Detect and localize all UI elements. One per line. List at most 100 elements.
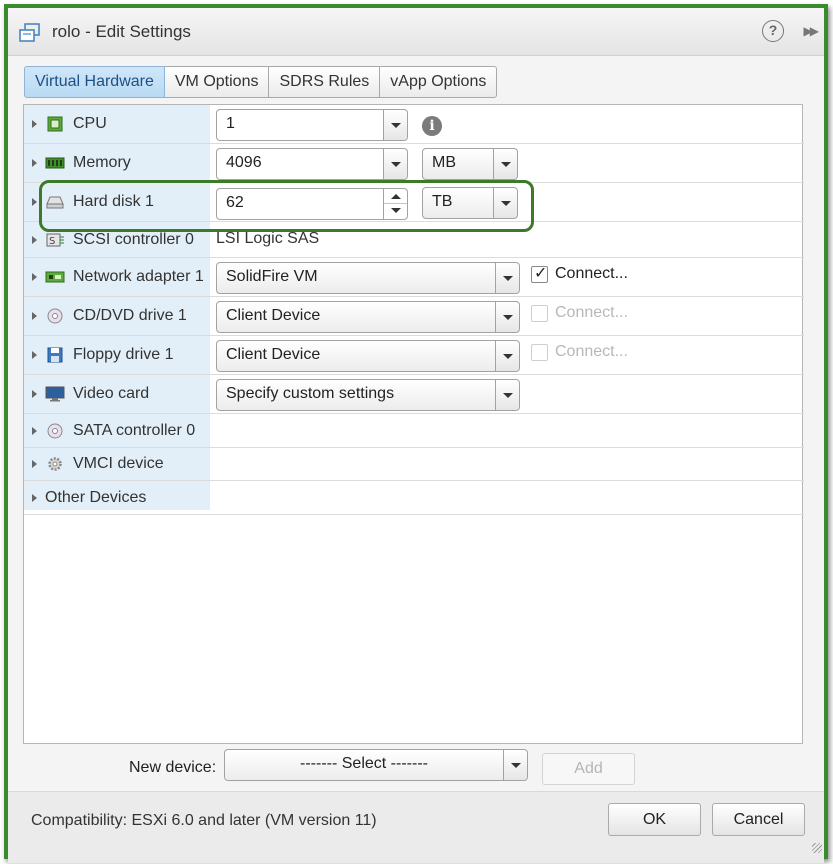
video-select[interactable]: Specify custom settings: [216, 379, 520, 411]
cddvd-connect-label: Connect...: [555, 304, 628, 321]
other-devices-expander[interactable]: Other Devices: [32, 481, 146, 514]
tab-vapp-options[interactable]: vApp Options: [380, 66, 498, 98]
expand-triangle-icon: [32, 493, 37, 502]
memory-label: Memory: [73, 154, 131, 171]
cddvd-select[interactable]: Client Device: [216, 301, 520, 333]
memory-dropdown-button[interactable]: [383, 149, 407, 179]
cpu-expander[interactable]: CPU: [32, 105, 107, 143]
tab-virtual-hardware[interactable]: Virtual Hardware: [24, 66, 165, 98]
expand-triangle-icon: [32, 235, 37, 244]
cd-dvd-icon: [47, 308, 63, 324]
row-floppy-drive: Floppy drive 1 Client Device Connect...: [24, 336, 804, 375]
checkmark-icon: ✓: [534, 265, 548, 282]
chevron-down-icon: [503, 315, 513, 320]
expand-icon[interactable]: ▶▶: [804, 24, 820, 38]
floppy-select[interactable]: Client Device: [216, 340, 520, 372]
new-device-select-value: ------- Select -------: [300, 755, 428, 772]
floppy-value: Client Device: [226, 346, 321, 363]
info-icon[interactable]: i: [422, 116, 442, 136]
expand-triangle-icon: [32, 273, 37, 281]
compatibility-text: Compatibility: ESXi 6.0 and later (VM ve…: [31, 812, 377, 829]
chevron-down-icon: [391, 162, 401, 167]
vm-icon: [19, 23, 40, 42]
row-vmci-device: VMCI device: [24, 448, 804, 481]
memory-value: 4096: [226, 154, 262, 171]
chevron-down-icon: [501, 162, 511, 167]
dialog-title: rolo - Edit Settings: [52, 22, 191, 41]
sata-expander[interactable]: SATA controller 0: [32, 414, 195, 447]
network-connect-checkbox[interactable]: ✓: [531, 265, 548, 283]
new-device-select[interactable]: ------- Select -------: [224, 749, 528, 781]
cpu-label: CPU: [73, 115, 107, 132]
cpu-value: 1: [226, 115, 235, 132]
floppy-label: Floppy drive 1: [73, 346, 174, 363]
cddvd-dropdown-button[interactable]: [495, 302, 519, 332]
sata-label: SATA controller 0: [73, 421, 196, 439]
row-cd-dvd-drive: CD/DVD drive 1 Client Device Connect...: [24, 297, 804, 336]
tab-sdrs-rules[interactable]: SDRS Rules: [269, 66, 381, 98]
title-bar: rolo - Edit Settings ? ▶▶: [8, 8, 824, 56]
floppy-icon: [47, 347, 63, 363]
hard-disk-highlight-annotation: [39, 180, 534, 232]
chevron-down-icon: [503, 393, 513, 398]
memory-unit-value: MB: [432, 154, 456, 171]
memory-expander[interactable]: Memory: [32, 144, 131, 182]
memory-unit-select[interactable]: MB: [422, 148, 518, 180]
cpu-dropdown-button[interactable]: [383, 110, 407, 140]
network-value: SolidFire VM: [226, 268, 318, 285]
video-expander[interactable]: Video card: [32, 375, 149, 413]
chevron-down-icon: [503, 276, 513, 281]
tab-bar: Virtual Hardware VM Options SDRS Rules v…: [24, 66, 498, 98]
scsi-label: SCSI controller 0: [73, 230, 194, 248]
other-devices-label: Other Devices: [45, 488, 147, 506]
memory-unit-dropdown-button[interactable]: [493, 149, 517, 179]
vmci-label: VMCI device: [73, 455, 164, 472]
cpu-select[interactable]: 1: [216, 109, 408, 141]
cancel-button[interactable]: Cancel: [712, 803, 805, 836]
add-device-button[interactable]: Add: [542, 753, 635, 785]
floppy-expander[interactable]: Floppy drive 1: [32, 336, 174, 374]
expand-triangle-icon: [32, 390, 37, 398]
cddvd-expander[interactable]: CD/DVD drive 1: [32, 297, 187, 335]
chevron-down-icon: [511, 763, 521, 768]
expand-triangle-icon: [32, 198, 37, 206]
gear-icon: [48, 457, 62, 471]
svg-text:S: S: [49, 236, 55, 247]
network-expander[interactable]: Network adapter 1: [32, 258, 204, 296]
row-cpu: CPU 1 i: [24, 105, 804, 144]
expand-triangle-icon: [32, 351, 37, 359]
video-dropdown-button[interactable]: [495, 380, 519, 410]
expand-triangle-icon: [32, 426, 37, 435]
tab-vm-options[interactable]: VM Options: [164, 66, 270, 98]
chevron-down-icon: [503, 354, 513, 359]
resize-grip-icon[interactable]: [812, 843, 822, 853]
cpu-icon: [47, 116, 63, 132]
floppy-dropdown-button[interactable]: [495, 341, 519, 371]
monitor-icon: [45, 386, 65, 402]
row-other-devices: Other Devices: [24, 481, 804, 515]
floppy-connect-checkbox[interactable]: [531, 344, 548, 361]
network-label: Network adapter 1: [73, 268, 204, 285]
cddvd-connect-checkbox[interactable]: [531, 305, 548, 322]
help-icon[interactable]: ?: [762, 20, 784, 42]
video-value: Specify custom settings: [226, 385, 395, 402]
memory-icon: [45, 157, 65, 169]
network-select[interactable]: SolidFire VM: [216, 262, 520, 294]
video-label: Video card: [73, 385, 150, 402]
row-video-card: Video card Specify custom settings: [24, 375, 804, 414]
chevron-down-icon: [391, 123, 401, 128]
floppy-connect-label: Connect...: [555, 343, 628, 360]
network-dropdown-button[interactable]: [495, 263, 519, 293]
cddvd-label: CD/DVD drive 1: [73, 307, 187, 324]
network-adapter-icon: [45, 271, 65, 283]
row-memory: Memory 4096 MB: [24, 144, 804, 183]
scsi-value: LSI Logic SAS: [216, 230, 320, 247]
vmci-expander[interactable]: VMCI device: [32, 448, 164, 480]
ok-button[interactable]: OK: [608, 803, 701, 836]
memory-select[interactable]: 4096: [216, 148, 408, 180]
expand-triangle-icon: [32, 159, 37, 167]
scsi-controller-icon: S: [46, 233, 64, 247]
row-network-adapter: Network adapter 1 SolidFire VM ✓ Connect…: [24, 258, 804, 297]
expand-triangle-icon: [32, 312, 37, 320]
new-device-dropdown-button[interactable]: [503, 750, 527, 780]
